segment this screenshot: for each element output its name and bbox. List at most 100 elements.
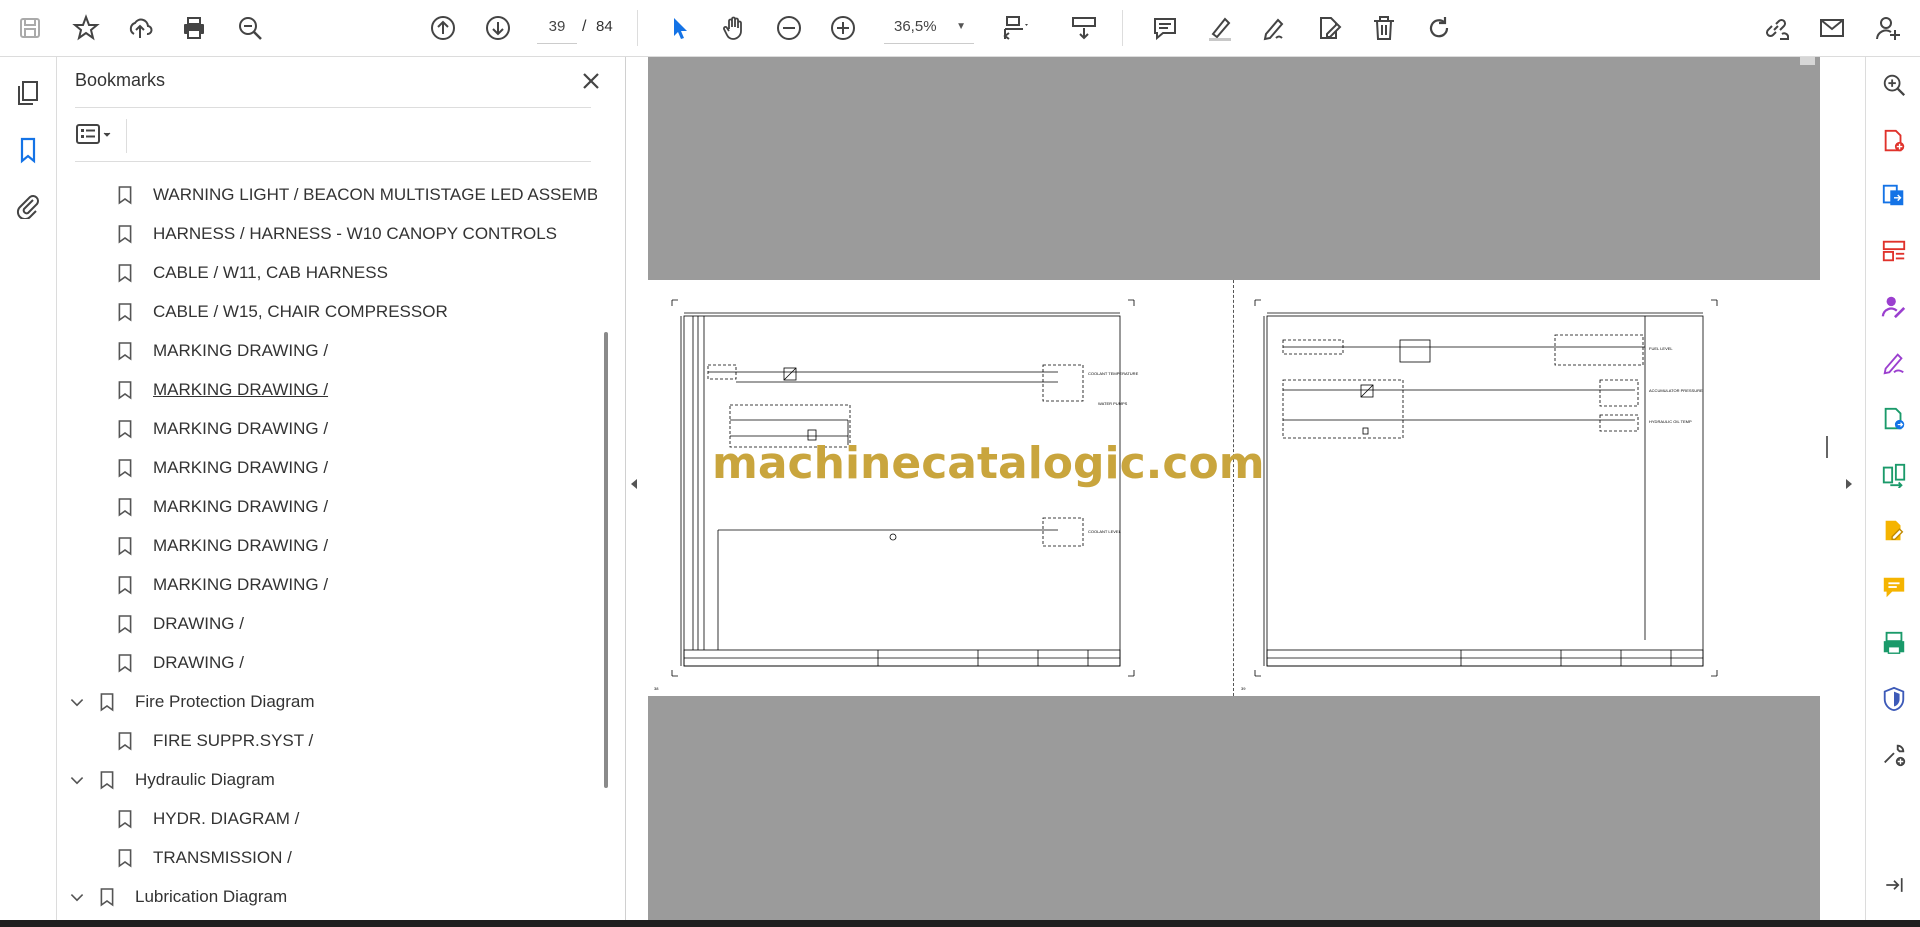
protect-icon[interactable] <box>1876 681 1912 717</box>
bookmark-group[interactable]: Lubrication Diagram <box>67 878 287 916</box>
next-page-icon[interactable] <box>478 8 518 48</box>
rotate-icon[interactable] <box>1419 8 1459 48</box>
bookmark-icon <box>115 534 135 558</box>
zoom-tool-icon[interactable] <box>1876 67 1912 103</box>
bookmark-item[interactable]: WARNING LIGHT / BEACON MULTISTAGE LED AS… <box>115 176 597 214</box>
save-icon[interactable] <box>10 8 50 48</box>
bookmark-item[interactable]: DRAWING / <box>115 605 244 643</box>
account-icon[interactable] <box>1868 8 1908 48</box>
bookmark-item[interactable]: MARKING DRAWING / <box>115 527 328 565</box>
bookmark-item[interactable]: MARKING DRAWING / <box>115 332 328 370</box>
compare-icon[interactable] <box>1876 457 1912 493</box>
prev-page-icon[interactable] <box>423 8 463 48</box>
panel-divider <box>126 119 127 153</box>
scroll-mode-icon[interactable] <box>1064 8 1104 48</box>
panel-title: Bookmarks <box>75 70 166 90</box>
bookmark-icon <box>97 768 117 792</box>
bookmark-icon <box>115 222 135 246</box>
bookmark-label: CABLE / W11, CAB HARNESS <box>153 263 388 282</box>
collapse-left-icon[interactable] <box>628 478 648 498</box>
scan-ocr-icon[interactable] <box>1876 401 1912 437</box>
collapse-right-icon[interactable] <box>1843 478 1863 498</box>
fit-page-icon[interactable] <box>995 8 1035 48</box>
bookmark-options-button[interactable] <box>75 119 125 149</box>
bookmark-item[interactable]: CABLE / W15, CHAIR COMPRESSOR <box>115 293 448 331</box>
bookmark-label: MARKING DRAWING / <box>153 536 329 555</box>
attachments-icon[interactable] <box>10 187 46 223</box>
chevron-down-icon[interactable] <box>67 692 87 712</box>
bookmark-label: MARKING DRAWING / <box>153 341 329 360</box>
bookmark-item[interactable]: HYDR. DIAGRAM / <box>115 800 299 838</box>
upload-icon[interactable] <box>120 8 160 48</box>
export-pdf-icon[interactable] <box>1876 177 1912 213</box>
close-icon[interactable] <box>577 67 605 95</box>
schematic-label: ACCUMULATOR PRESSURE <box>1649 388 1703 393</box>
page-thumbnails-icon[interactable] <box>10 75 46 111</box>
comment-icon[interactable] <box>1145 8 1185 48</box>
bookmark-item[interactable]: FIRE SUPPR.SYST / <box>115 722 313 760</box>
organize-pages-icon[interactable] <box>1876 233 1912 269</box>
bookmark-item[interactable]: MARKING DRAWING / <box>115 449 328 487</box>
list-options-icon <box>76 124 111 144</box>
bookmark-item[interactable]: DRAWING / <box>115 644 244 682</box>
email-icon[interactable] <box>1812 8 1852 48</box>
chevron-down-icon[interactable] <box>67 887 87 907</box>
bookmark-item[interactable]: MARKING DRAWING / <box>115 488 328 526</box>
bookmark-item[interactable]: MARKING DRAWING / <box>115 410 328 448</box>
bookmarks-icon[interactable] <box>10 132 46 168</box>
schematic-label: WATER PUMPS <box>1098 401 1128 406</box>
panel-splitter[interactable] <box>1826 436 1831 458</box>
print-icon[interactable] <box>174 8 214 48</box>
chevron-down-icon: ▼ <box>956 21 966 32</box>
edit-pdf-icon[interactable] <box>1309 8 1349 48</box>
page-number-input[interactable]: 39 <box>537 11 577 44</box>
zoom-in-icon[interactable] <box>823 8 863 48</box>
right-page-schematic: FUEL LEVEL ACCUMULATOR PRESSURE HYDRAULI… <box>1241 299 1718 691</box>
bookmark-label: HARNESS / HARNESS - W10 CANOPY CONTROLS <box>153 224 557 243</box>
schematic-label: COOLANT LEVEL <box>1088 529 1122 534</box>
page-number: 39 <box>1241 686 1246 691</box>
collapse-panel-icon[interactable] <box>1876 867 1912 903</box>
viewer-scrollbar[interactable] <box>1800 57 1815 65</box>
top-toolbar: 39 / 84 36,5% ▼ <box>0 0 1920 57</box>
highlight-icon[interactable] <box>1199 8 1239 48</box>
zoom-search-icon[interactable] <box>230 8 270 48</box>
bookmark-label: Lubrication Diagram <box>135 887 288 906</box>
panel-scrollbar[interactable] <box>604 332 608 788</box>
fill-sign-icon[interactable] <box>1876 345 1912 381</box>
bookmark-item[interactable]: MARKING DRAWING / <box>115 371 328 409</box>
bookmark-icon <box>115 651 135 675</box>
hand-icon[interactable] <box>714 8 754 48</box>
select-icon[interactable] <box>660 8 700 48</box>
bookmark-icon <box>97 690 117 714</box>
bookmark-label: HYDR. DIAGRAM / <box>153 809 300 828</box>
toolbar-divider <box>637 10 638 46</box>
bookmark-item[interactable]: TRANSMISSION / <box>115 839 292 877</box>
bookmark-item[interactable]: HARNESS / HARNESS - W10 CANOPY CONTROLS <box>115 215 557 253</box>
star-icon[interactable] <box>66 8 106 48</box>
taskbar-strip <box>0 920 1920 927</box>
bookmark-icon <box>115 573 135 597</box>
bookmark-icon <box>115 300 135 324</box>
bookmark-item[interactable]: MARKING DRAWING / <box>115 566 328 604</box>
delete-icon[interactable] <box>1364 8 1404 48</box>
combine-files-icon[interactable] <box>1876 625 1912 661</box>
bookmark-label: FIRE SUPPR.SYST / <box>153 731 314 750</box>
more-tools-icon[interactable] <box>1876 737 1912 773</box>
create-pdf-icon[interactable] <box>1876 123 1912 159</box>
page-number: 38 <box>654 686 659 691</box>
share-link-icon[interactable] <box>1756 8 1796 48</box>
sign-icon[interactable] <box>1254 8 1294 48</box>
request-signature-icon[interactable] <box>1876 289 1912 325</box>
bookmark-icon <box>115 807 135 831</box>
zoom-level-select[interactable]: 36,5% ▼ <box>884 11 974 44</box>
bookmark-icon <box>115 261 135 285</box>
chevron-down-icon[interactable] <box>67 770 87 790</box>
bookmark-group[interactable]: Hydraulic Diagram <box>67 761 275 799</box>
bookmark-item[interactable]: CABLE / W11, CAB HARNESS <box>115 254 388 292</box>
bookmark-group[interactable]: Fire Protection Diagram <box>67 683 315 721</box>
edit-pdf-icon[interactable] <box>1876 513 1912 549</box>
zoom-out-icon[interactable] <box>769 8 809 48</box>
bookmark-label: MARKING DRAWING / <box>153 575 329 594</box>
comment-icon[interactable] <box>1876 569 1912 605</box>
